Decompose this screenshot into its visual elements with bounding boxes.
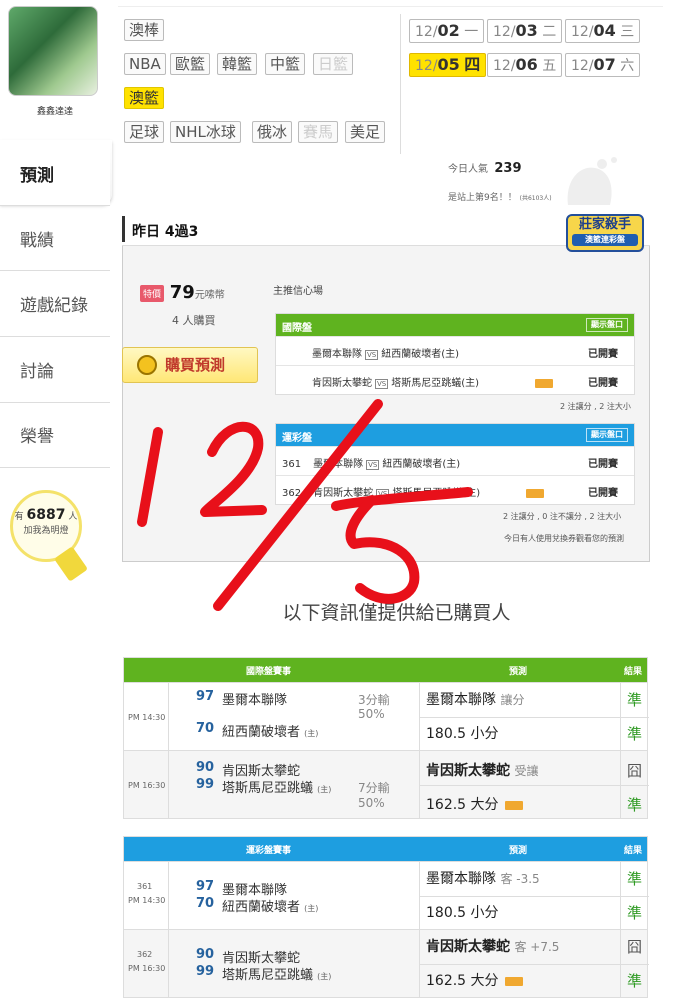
date-tab-selected[interactable]: 12/05 四 <box>409 53 487 77</box>
fans-count[interactable]: 有 6887 人 加我為明燈 <box>10 507 82 536</box>
price: 特價 79元嗦幣 <box>140 282 225 303</box>
intl-note: 2 注讓分 , 2 注大小 <box>560 402 631 411</box>
main-pick-label: 主推信心場 <box>273 286 323 297</box>
flag-icon <box>504 800 523 810</box>
show-odds-button[interactable]: 顯示盤口 <box>586 318 628 332</box>
sidebar-item-record[interactable]: 戰績 <box>0 205 110 271</box>
lottery-results-table: 運彩盤賽事 預測 結果 361 PM 14:30 97 墨爾本聯隊 70 紐西蘭… <box>123 836 649 998</box>
info-title: 以下資訊僅提供給已購買人 <box>282 602 511 624</box>
lottery-pick-table: 運彩盤 顯示盤口 361 墨爾本聯隊 VS 紐西蘭破壞者(主) 已開賽 362 肯因斯太攀蛇… <box>275 423 635 505</box>
league-tag-disabled: 賽馬 <box>298 121 339 143</box>
divider <box>400 14 401 154</box>
league-tag-selected[interactable]: 澳籃 <box>124 87 165 109</box>
sidebar-item-discuss[interactable]: 討論 <box>0 337 110 403</box>
date-tab[interactable]: 12/02 一 <box>409 19 485 43</box>
buyer-count: 4 人購買 <box>172 314 216 327</box>
league-tag[interactable]: 美足 <box>345 121 386 143</box>
table-row: 361 墨爾本聯隊 VS 紐西蘭破壞者(主) 已開賽 <box>276 446 634 475</box>
league-tag[interactable]: NHL冰球 <box>170 121 241 143</box>
date-tab[interactable]: 12/03 二 <box>487 19 563 43</box>
league-tag[interactable]: 足球 <box>124 121 165 143</box>
coin-icon <box>137 355 157 375</box>
table-row: 肯因斯太攀蛇 VS 塔斯馬尼亞跳蟻(主) 已開賽 <box>276 365 634 394</box>
game-row: 362 PM 16:30 90 肯因斯太攀蛇 99 塔斯馬尼亞跳蟻 (主) 肯因… <box>124 929 649 997</box>
table-row: 墨爾本聯隊 VS 紐西蘭破壞者(主) 已開賽 <box>276 336 634 365</box>
buy-prediction-button[interactable]: 購買預測 <box>122 347 258 383</box>
date-tab[interactable]: 12/04 三 <box>565 19 641 43</box>
sidebar-item-game-log[interactable]: 遊戲紀錄 <box>0 271 110 337</box>
popularity-rank: 是站上第9名！！ (共6103人) <box>448 193 552 203</box>
game-row: PM 14:30 97 墨爾本聯隊 70 紐西蘭破壞者 (主) 3分輸 50% … <box>124 682 649 750</box>
flag-icon <box>504 976 523 986</box>
league-tag[interactable]: NBA <box>124 53 166 75</box>
game-row: 361 PM 14:30 97 墨爾本聯隊 70 紐西蘭破壞者 (主) 墨爾本聯… <box>124 861 649 929</box>
flag-icon <box>526 488 545 498</box>
lucky-cat-icon <box>567 157 617 205</box>
game-row: PM 16:30 90 肯因斯太攀蛇 99 塔斯馬尼亞跳蟻 (主) 7分輸 50… <box>124 750 649 818</box>
username: 鑫鑫達達 <box>36 107 73 117</box>
league-tag[interactable]: 中籃 <box>265 53 306 75</box>
league-tag-disabled: 日籃 <box>313 53 354 75</box>
lottery-note: 2 注讓分 , 0 注不讓分 , 2 注大小 <box>503 512 622 521</box>
sidebar: 鑫鑫達達 預測 戰績 遊戲紀錄 討論 榮譽 有 6887 人 加我為明燈 <box>0 0 112 1000</box>
intl-pick-table: 國際盤 顯示盤口 墨爾本聯隊 VS 紐西蘭破壞者(主) 已開賽 肯因斯太攀蛇 VS 塔斯馬尼… <box>275 313 635 395</box>
date-tab[interactable]: 12/06 五 <box>487 53 563 77</box>
banker-killer-badge: 莊家殺手 澳籃連彩盤 <box>566 214 644 252</box>
lottery-note-2: 今日有人使用兌換券觀看您的預測 <box>504 534 624 543</box>
avatar[interactable] <box>8 6 98 96</box>
league-tag[interactable]: 韓籃 <box>217 53 258 75</box>
popularity: 今日人氣 239 <box>448 161 522 176</box>
intl-results-table: 國際盤賽事 預測 結果 PM 14:30 97 墨爾本聯隊 70 紐西蘭破壞者 … <box>123 657 649 819</box>
league-tag[interactable]: 澳棒 <box>124 19 165 41</box>
flag-icon <box>535 378 554 388</box>
league-tag[interactable]: 俄冰 <box>252 121 293 143</box>
date-tab[interactable]: 12/07 六 <box>565 53 641 77</box>
sidebar-item-predict[interactable]: 預測 <box>0 140 110 206</box>
show-odds-button[interactable]: 顯示盤口 <box>586 428 628 442</box>
league-tag[interactable]: 歐籃 <box>170 53 211 75</box>
table-row: 362 肯因斯太攀蛇 VS 塔斯馬尼亞跳蟻(主) 已開賽 <box>276 475 634 504</box>
sidebar-item-honor[interactable]: 榮譽 <box>0 402 110 468</box>
